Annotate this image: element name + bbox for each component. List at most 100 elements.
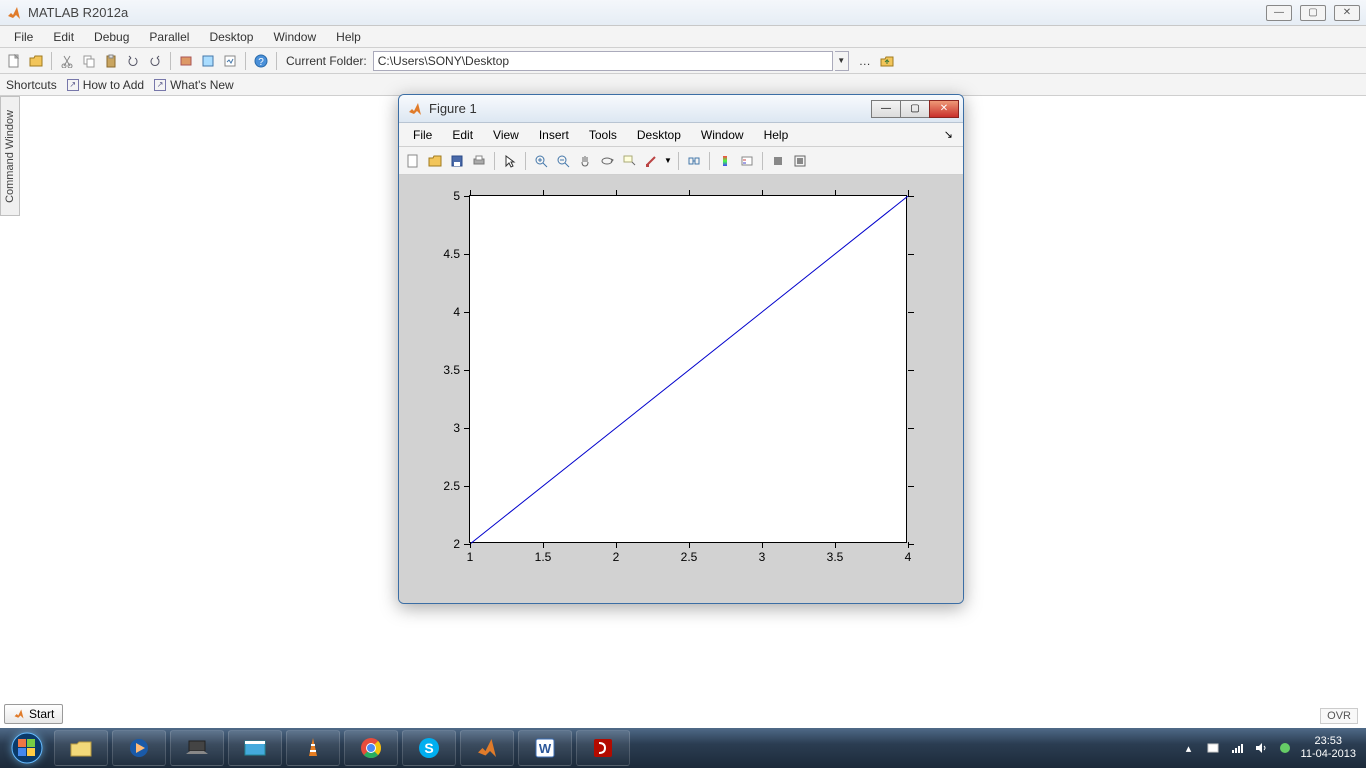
figure-print-icon[interactable] xyxy=(469,151,489,171)
matlab-icon xyxy=(6,5,22,21)
taskbar-laptop-icon[interactable] xyxy=(170,730,224,766)
redo-icon[interactable] xyxy=(145,51,165,71)
figure-dropdown-icon[interactable]: ▼ xyxy=(663,151,673,171)
menu-help[interactable]: Help xyxy=(326,28,371,46)
paste-icon[interactable] xyxy=(101,51,121,71)
shortcut-how-to-add[interactable]: ↗How to Add xyxy=(67,78,144,92)
copy-icon[interactable] xyxy=(79,51,99,71)
taskbar-matlab-icon[interactable] xyxy=(460,730,514,766)
current-folder-label: Current Folder: xyxy=(286,54,367,68)
figure-pointer-icon[interactable] xyxy=(500,151,520,171)
tray-volume-icon[interactable] xyxy=(1253,740,1269,756)
y-tick-label: 3.5 xyxy=(443,363,460,377)
figure-close-button[interactable]: ✕ xyxy=(929,100,959,118)
figure-menu-help[interactable]: Help xyxy=(754,126,799,144)
figure-menu-desktop[interactable]: Desktop xyxy=(627,126,691,144)
figure-save-icon[interactable] xyxy=(447,151,467,171)
taskbar-skype-icon[interactable]: S xyxy=(402,730,456,766)
tray-misc-icon[interactable] xyxy=(1277,740,1293,756)
simulink-icon[interactable] xyxy=(176,51,196,71)
figure-title: Figure 1 xyxy=(429,101,477,116)
figure-menu-view[interactable]: View xyxy=(483,126,529,144)
figure-legend-icon[interactable] xyxy=(737,151,757,171)
taskbar-acrobat-icon[interactable] xyxy=(576,730,630,766)
current-folder-dropdown[interactable]: ▼ xyxy=(835,51,849,71)
guide-icon[interactable] xyxy=(198,51,218,71)
figure-window: Figure 1 — ▢ ✕ File Edit View Insert Too… xyxy=(398,94,964,604)
x-tick-label: 3 xyxy=(759,550,766,564)
tray-network-icon[interactable] xyxy=(1229,740,1245,756)
current-folder-input[interactable] xyxy=(373,51,833,71)
main-minimize-button[interactable]: — xyxy=(1266,5,1292,21)
taskbar-vlc-icon[interactable] xyxy=(286,730,340,766)
figure-pan-icon[interactable] xyxy=(575,151,595,171)
y-tick-label: 2.5 xyxy=(443,479,460,493)
taskbar-word-icon[interactable]: W xyxy=(518,730,572,766)
profiler-icon[interactable] xyxy=(220,51,240,71)
shortcut-whats-new[interactable]: ↗What's New xyxy=(154,78,234,92)
figure-zoomout-icon[interactable] xyxy=(553,151,573,171)
new-file-icon[interactable] xyxy=(4,51,24,71)
menu-parallel[interactable]: Parallel xyxy=(139,28,199,46)
taskbar-clock[interactable]: 23:53 11-04-2013 xyxy=(1301,735,1356,761)
y-tick-label: 2 xyxy=(453,537,460,551)
x-tick-label: 2.5 xyxy=(681,550,698,564)
figure-titlebar[interactable]: Figure 1 — ▢ ✕ xyxy=(399,95,963,123)
start-label: Start xyxy=(29,707,54,721)
figure-minimize-button[interactable]: — xyxy=(871,100,901,118)
taskbar-chrome-icon[interactable] xyxy=(344,730,398,766)
figure-menu-window[interactable]: Window xyxy=(691,126,754,144)
taskbar-browser-icon[interactable] xyxy=(228,730,282,766)
svg-text:S: S xyxy=(424,740,433,756)
x-tick-label: 4 xyxy=(905,550,912,564)
shortcut-how-to-add-label: How to Add xyxy=(83,78,144,92)
matlab-start-button[interactable]: Start xyxy=(4,704,63,724)
svg-text:?: ? xyxy=(258,57,264,68)
ovr-indicator: OVR xyxy=(1320,708,1358,724)
x-tick-label: 2 xyxy=(613,550,620,564)
up-folder-icon[interactable] xyxy=(877,51,897,71)
main-window-titlebar: MATLAB R2012a — ▢ ✕ xyxy=(0,0,1366,26)
figure-dock-button[interactable]: ↘ xyxy=(938,126,959,143)
taskbar-mediaplayer-icon[interactable] xyxy=(112,730,166,766)
menu-debug[interactable]: Debug xyxy=(84,28,139,46)
undo-icon[interactable] xyxy=(123,51,143,71)
y-tick-label: 5 xyxy=(453,189,460,203)
main-menubar: File Edit Debug Parallel Desktop Window … xyxy=(0,26,1366,48)
figure-open-icon[interactable] xyxy=(425,151,445,171)
main-window-title: MATLAB R2012a xyxy=(28,5,128,20)
clock-time: 23:53 xyxy=(1301,735,1356,748)
figure-maximize-button[interactable]: ▢ xyxy=(900,100,930,118)
figure-datacursor-icon[interactable] xyxy=(619,151,639,171)
main-close-button[interactable]: ✕ xyxy=(1334,5,1360,21)
figure-menu-edit[interactable]: Edit xyxy=(442,126,483,144)
menu-edit[interactable]: Edit xyxy=(43,28,84,46)
x-tick-label: 3.5 xyxy=(827,550,844,564)
tray-action-icon[interactable] xyxy=(1205,740,1221,756)
figure-brush-icon[interactable] xyxy=(641,151,661,171)
figure-showplot-icon[interactable] xyxy=(790,151,810,171)
browse-folder-icon[interactable]: … xyxy=(855,51,875,71)
figure-menubar: File Edit View Insert Tools Desktop Wind… xyxy=(399,123,963,147)
figure-zoomin-icon[interactable] xyxy=(531,151,551,171)
figure-rotate3d-icon[interactable] xyxy=(597,151,617,171)
figure-hideplot-icon[interactable] xyxy=(768,151,788,171)
open-folder-icon[interactable] xyxy=(26,51,46,71)
figure-colorbar-icon[interactable] xyxy=(715,151,735,171)
command-window-tab[interactable]: Command Window xyxy=(0,96,20,216)
figure-link-icon[interactable] xyxy=(684,151,704,171)
menu-desktop[interactable]: Desktop xyxy=(199,28,263,46)
windows-start-button[interactable] xyxy=(4,729,50,767)
y-tick-label: 4.5 xyxy=(443,247,460,261)
cut-icon[interactable] xyxy=(57,51,77,71)
menu-window[interactable]: Window xyxy=(263,28,326,46)
main-maximize-button[interactable]: ▢ xyxy=(1300,5,1326,21)
figure-menu-file[interactable]: File xyxy=(403,126,442,144)
tray-up-icon[interactable]: ▴ xyxy=(1181,740,1197,756)
figure-new-icon[interactable] xyxy=(403,151,423,171)
figure-menu-tools[interactable]: Tools xyxy=(579,126,627,144)
figure-menu-insert[interactable]: Insert xyxy=(529,126,579,144)
help-icon[interactable]: ? xyxy=(251,51,271,71)
taskbar-explorer-icon[interactable] xyxy=(54,730,108,766)
menu-file[interactable]: File xyxy=(4,28,43,46)
